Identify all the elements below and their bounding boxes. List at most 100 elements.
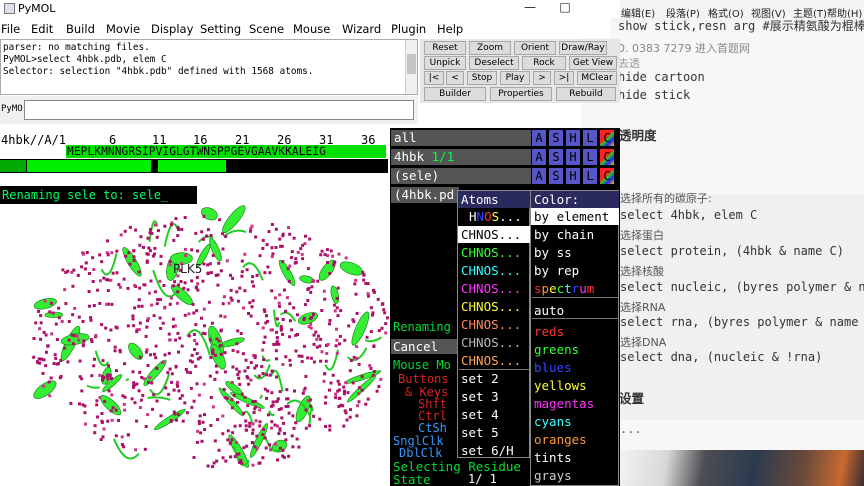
object-action-h-button[interactable]: H (566, 149, 580, 165)
carbon-atom-marker (270, 420, 274, 424)
object-action-a-button[interactable]: A (532, 130, 546, 146)
menu-build[interactable]: Build (66, 22, 95, 36)
back-button[interactable]: < (446, 71, 464, 85)
object-action-s-button[interactable]: S (549, 130, 563, 146)
carbon-atom-marker (308, 424, 312, 428)
menu-mouse[interactable]: Mouse (293, 22, 330, 36)
atoms-menu-set-item[interactable]: set 5 (458, 424, 499, 441)
reset-button[interactable]: Reset (424, 41, 466, 55)
zoom-button[interactable]: Zoom (469, 41, 511, 55)
object-action-s-button[interactable]: S (549, 168, 563, 184)
object-action-c-button[interactable]: C (600, 130, 614, 146)
log-scrollbar[interactable] (405, 40, 417, 94)
carbon-atom-marker (263, 335, 267, 339)
atoms-menu-set-item[interactable]: set 3 (458, 388, 499, 405)
object-action-a-button[interactable]: A (532, 168, 546, 184)
carbon-atom-marker (281, 318, 285, 321)
color-menu-item[interactable]: oranges (531, 431, 619, 448)
stop-button[interactable]: Stop (467, 71, 497, 85)
atoms-menu-item[interactable]: CHNOS... (458, 298, 530, 315)
atoms-menu-set-item[interactable]: set 2 (458, 370, 499, 387)
color-menu-item[interactable]: greens (531, 341, 619, 358)
play-button[interactable]: Play (500, 71, 530, 85)
menu-file[interactable]: File (1, 22, 20, 36)
atoms-menu-item[interactable]: CHNOS... (458, 244, 530, 261)
color-menu-item[interactable]: by element (531, 208, 619, 225)
object-row-all[interactable]: all (391, 130, 531, 146)
color-menu-item[interactable]: grays (531, 467, 619, 484)
object-action-a-button[interactable]: A (532, 149, 546, 165)
carbon-atom-marker (119, 285, 122, 289)
object-action-c-button[interactable]: C (600, 168, 614, 184)
atoms-menu-item[interactable]: CHNOS... (458, 352, 530, 369)
color-menu-item[interactable]: by ss (531, 244, 619, 261)
color-menu-item[interactable]: by rep (531, 262, 619, 279)
object-action-l-button[interactable]: L (583, 149, 597, 165)
color-menu-item[interactable]: spectrum (531, 280, 619, 297)
color-menu-item[interactable]: by chain (531, 226, 619, 243)
color-menu-item[interactable]: yellows (531, 377, 619, 394)
carbon-atom-marker (289, 319, 292, 323)
atoms-menu-item[interactable]: CHNOS... (458, 334, 530, 351)
color-menu-item[interactable]: reds (531, 323, 619, 340)
draw-ray-button[interactable]: Draw/Ray (559, 41, 607, 55)
color-menu-item[interactable]: cyans (531, 413, 619, 430)
object-row-4hbk[interactable]: 4hbk 1/1 (391, 149, 531, 165)
properties-button[interactable]: Properties (490, 87, 552, 101)
object-row-4hbk-pdb[interactable]: (4hbk.pd (391, 187, 459, 203)
sequence-track[interactable] (0, 159, 388, 173)
maximize-icon[interactable]: □ (556, 0, 574, 18)
forward-button[interactable]: > (533, 71, 551, 85)
builder-button[interactable]: Builder (424, 87, 486, 101)
object-action-h-button[interactable]: H (566, 130, 580, 146)
sequence-residues[interactable]: MEPLKMNNGRSIPVIGLGTWNSPPGEVGAAVKKALEIG (67, 145, 326, 158)
carbon-atom-marker (251, 441, 255, 445)
carbon-atom-marker (236, 350, 240, 354)
scrollbar-thumb[interactable] (407, 54, 416, 74)
orient-button[interactable]: Orient (514, 41, 556, 55)
rebuild-button[interactable]: Rebuild (556, 87, 616, 101)
color-menu-item[interactable]: magentas (531, 395, 619, 412)
carbon-atom-marker (245, 444, 249, 448)
menu-display[interactable]: Display (151, 22, 193, 36)
menu-scene[interactable]: Scene (249, 22, 284, 36)
mouse-mode-label[interactable]: Mouse Mo (393, 358, 451, 372)
end-button[interactable]: >| (554, 71, 574, 85)
deselect-button[interactable]: Deselect (469, 56, 519, 70)
menu-plugin[interactable]: Plugin (391, 22, 426, 36)
object-action-s-button[interactable]: S (549, 149, 563, 165)
object-row-sele[interactable]: (sele) (391, 168, 531, 184)
atoms-menu-set-item[interactable]: set 4 (458, 406, 499, 423)
atoms-menu-set-item[interactable]: set 6/H (458, 442, 514, 459)
command-input[interactable] (24, 100, 414, 120)
carbon-atom-marker (328, 272, 332, 275)
object-action-h-button[interactable]: H (566, 168, 580, 184)
cancel-button[interactable]: Cancel (393, 339, 438, 354)
color-menu-item[interactable]: blues (531, 359, 619, 376)
carbon-atom-marker (245, 428, 249, 432)
unpick-button[interactable]: Unpick (424, 56, 466, 70)
minimize-icon[interactable]: — (521, 0, 539, 18)
protein-structure[interactable]: PLK5 (25, 205, 395, 485)
atoms-menu-item[interactable]: CHNOS... (458, 226, 530, 243)
menu-wizard[interactable]: Wizard (342, 22, 381, 36)
menu-help[interactable]: Help (437, 22, 463, 36)
rock-button[interactable]: Rock (522, 56, 566, 70)
object-action-l-button[interactable]: L (583, 168, 597, 184)
rewind-button[interactable]: |< (424, 71, 444, 85)
menu-setting[interactable]: Setting (200, 22, 241, 36)
menu-edit[interactable]: Edit (31, 22, 53, 36)
atoms-menu-item[interactable]: CHNOS... (458, 280, 530, 297)
object-action-l-button[interactable]: L (583, 130, 597, 146)
atoms-menu-item[interactable]: CHNOS... (458, 316, 530, 333)
atoms-menu-item[interactable]: CHNOS... (458, 262, 530, 279)
get-view-button[interactable]: Get View (569, 56, 617, 70)
carbon-atom-marker (156, 229, 160, 233)
color-menu-item[interactable]: auto (531, 302, 619, 319)
mclear-button[interactable]: MClear (577, 71, 617, 85)
color-menu-item[interactable]: tints (531, 449, 619, 466)
object-action-c-button[interactable]: C (600, 149, 614, 165)
rename-prompt[interactable]: Renaming sele to: sele_ (2, 188, 168, 202)
atoms-menu-item[interactable]: HNOS... (458, 208, 530, 225)
menu-movie[interactable]: Movie (106, 22, 140, 36)
